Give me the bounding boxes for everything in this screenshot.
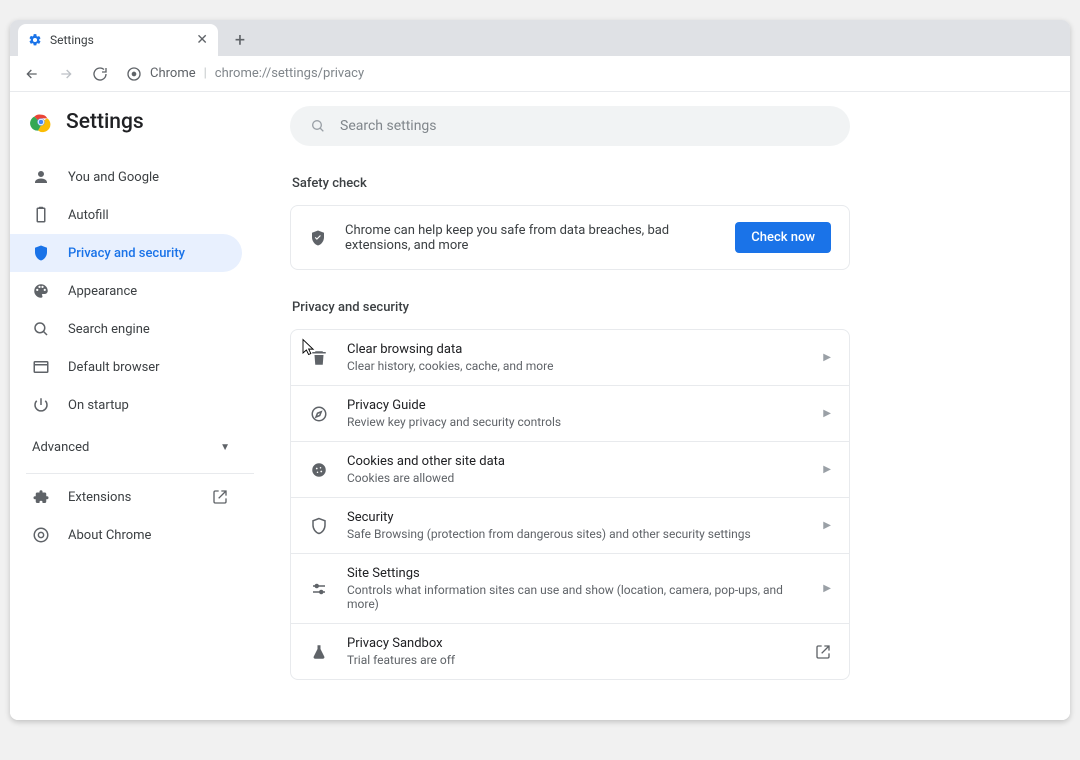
extensions-label: Extensions xyxy=(68,490,131,505)
sidebar-item-on-startup[interactable]: On startup xyxy=(10,386,242,424)
row-title: Privacy Guide xyxy=(347,398,805,413)
sidebar-item-appearance[interactable]: Appearance xyxy=(10,272,242,310)
shield-outline-icon xyxy=(309,516,329,536)
omnibox-separator: | xyxy=(204,66,207,81)
search-icon xyxy=(32,320,50,338)
row-privacy-sandbox[interactable]: Privacy Sandbox Trial features are off xyxy=(291,623,849,679)
omnibox-site-label: Chrome xyxy=(150,66,196,81)
sidebar-item-label: On startup xyxy=(68,398,129,413)
omnibox-url: chrome://settings/privacy xyxy=(215,66,364,81)
row-privacy-guide[interactable]: Privacy Guide Review key privacy and sec… xyxy=(291,385,849,441)
privacy-section-label: Privacy and security xyxy=(292,300,1040,315)
sliders-icon xyxy=(309,579,329,599)
sidebar-item-label: Search engine xyxy=(68,322,150,337)
row-subtitle: Controls what information sites can use … xyxy=(347,583,805,611)
row-subtitle: Cookies are allowed xyxy=(347,471,805,485)
flask-icon xyxy=(309,642,329,662)
cookie-icon xyxy=(309,460,329,480)
chevron-right-icon: ▶ xyxy=(823,408,831,419)
sidebar-item-label: Autofill xyxy=(68,208,109,223)
chevron-right-icon: ▶ xyxy=(823,520,831,531)
row-title: Clear browsing data xyxy=(347,342,805,357)
sidebar-item-label: Appearance xyxy=(68,284,137,299)
sidebar-item-label: Privacy and security xyxy=(68,246,185,261)
row-security[interactable]: Security Safe Browsing (protection from … xyxy=(291,497,849,553)
address-bar[interactable]: Chrome | chrome://settings/privacy xyxy=(126,66,364,82)
sidebar-item-advanced[interactable]: Advanced ▼ xyxy=(10,428,270,467)
row-title: Cookies and other site data xyxy=(347,454,805,469)
chevron-right-icon: ▶ xyxy=(823,352,831,363)
search-icon xyxy=(310,118,326,134)
sidebar-item-label: You and Google xyxy=(68,170,159,185)
trash-icon xyxy=(309,348,329,368)
check-now-button[interactable]: Check now xyxy=(735,222,831,253)
back-button[interactable] xyxy=(18,60,46,88)
sidebar: Settings You and Google Autofill Privacy… xyxy=(10,92,270,720)
row-subtitle: Clear history, cookies, cache, and more xyxy=(347,359,805,373)
about-label: About Chrome xyxy=(68,528,151,543)
forward-button[interactable] xyxy=(52,60,80,88)
gear-icon xyxy=(28,33,42,47)
shield-icon xyxy=(32,244,50,262)
sidebar-item-autofill[interactable]: Autofill xyxy=(10,196,242,234)
browser-window-icon xyxy=(32,358,50,376)
advanced-label: Advanced xyxy=(32,440,89,455)
row-title: Site Settings xyxy=(347,566,805,581)
row-subtitle: Safe Browsing (protection from dangerous… xyxy=(347,527,805,541)
sidebar-item-search-engine[interactable]: Search engine xyxy=(10,310,242,348)
row-title: Security xyxy=(347,510,805,525)
row-cookies[interactable]: Cookies and other site data Cookies are … xyxy=(291,441,849,497)
main-panel: Search settings Safety check Chrome can … xyxy=(270,92,1070,720)
browser-toolbar: Chrome | chrome://settings/privacy xyxy=(10,56,1070,92)
sidebar-item-label: Default browser xyxy=(68,360,160,375)
row-title: Privacy Sandbox xyxy=(347,636,797,651)
sidebar-divider xyxy=(26,473,254,474)
close-tab-icon[interactable]: ✕ xyxy=(196,33,208,47)
safety-check-card: Chrome can help keep you safe from data … xyxy=(290,205,850,270)
tab-title: Settings xyxy=(50,33,94,47)
open-in-new-icon xyxy=(815,644,831,660)
chrome-outline-icon xyxy=(32,526,50,544)
compass-icon xyxy=(309,404,329,424)
sidebar-item-extensions[interactable]: Extensions xyxy=(10,478,270,516)
sidebar-item-you-and-google[interactable]: You and Google xyxy=(10,158,242,196)
sidebar-item-about-chrome[interactable]: About Chrome xyxy=(10,516,270,554)
privacy-list-card: Clear browsing data Clear history, cooki… xyxy=(290,329,850,680)
safety-check-section-label: Safety check xyxy=(292,176,1040,191)
row-subtitle: Review key privacy and security controls xyxy=(347,415,805,429)
chevron-right-icon: ▶ xyxy=(823,464,831,475)
page-title: Settings xyxy=(66,110,144,134)
row-site-settings[interactable]: Site Settings Controls what information … xyxy=(291,553,849,623)
safety-check-text: Chrome can help keep you safe from data … xyxy=(345,223,717,253)
new-tab-button[interactable]: + xyxy=(226,26,254,54)
site-info-icon[interactable] xyxy=(126,66,142,82)
tab-strip: Settings ✕ + xyxy=(10,20,1070,56)
chevron-down-icon: ▼ xyxy=(220,442,230,453)
brand-row: Settings xyxy=(10,110,270,150)
sidebar-item-default-browser[interactable]: Default browser xyxy=(10,348,242,386)
search-settings-input[interactable]: Search settings xyxy=(290,106,850,146)
row-clear-browsing-data[interactable]: Clear browsing data Clear history, cooki… xyxy=(291,330,849,385)
chevron-right-icon: ▶ xyxy=(823,583,831,594)
sidebar-item-privacy-security[interactable]: Privacy and security xyxy=(10,234,242,272)
shield-check-icon xyxy=(309,229,327,247)
search-placeholder: Search settings xyxy=(340,118,437,134)
browser-tab-settings[interactable]: Settings ✕ xyxy=(18,24,218,56)
power-icon xyxy=(32,396,50,414)
open-in-new-icon xyxy=(212,489,228,505)
palette-icon xyxy=(32,282,50,300)
reload-button[interactable] xyxy=(86,60,114,88)
person-icon xyxy=(32,168,50,186)
chrome-logo-icon xyxy=(30,111,52,133)
sidebar-nav: You and Google Autofill Privacy and secu… xyxy=(10,150,270,424)
row-subtitle: Trial features are off xyxy=(347,653,797,667)
puzzle-icon xyxy=(32,488,50,506)
clipboard-icon xyxy=(32,206,50,224)
